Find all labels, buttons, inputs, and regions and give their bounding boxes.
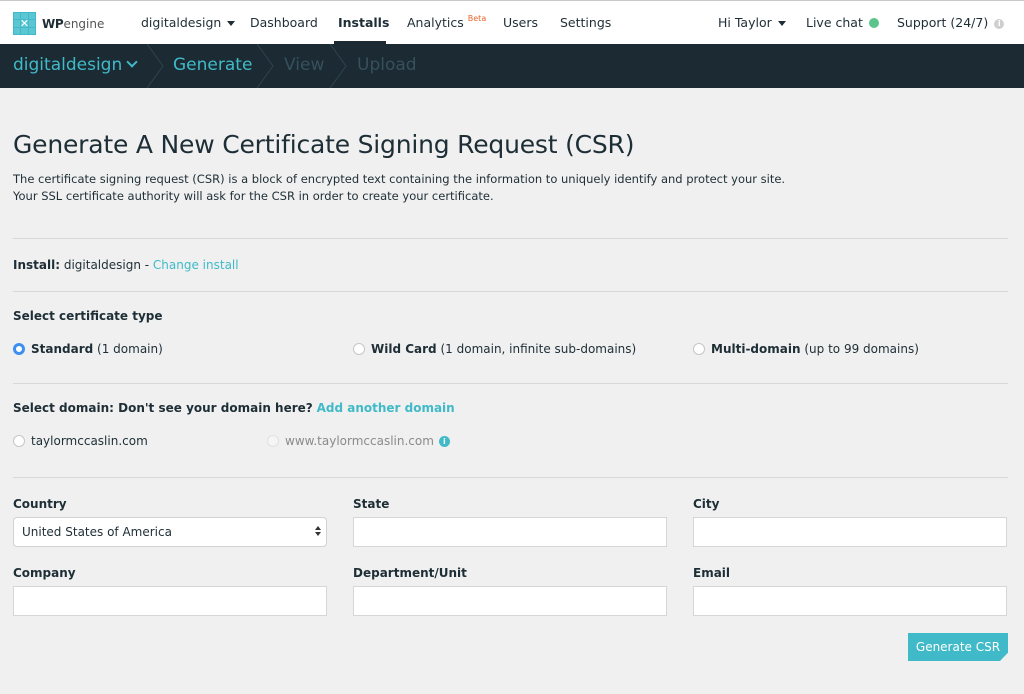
divider <box>13 238 1008 239</box>
generate-csr-button[interactable]: Generate CSR <box>908 633 1008 661</box>
support-label: Support (24/7) <box>897 15 989 30</box>
description-line-2: Your SSL certificate authority will ask … <box>13 189 494 203</box>
country-selected-value: United States of America <box>22 525 172 539</box>
user-menu[interactable]: Hi Taylor <box>718 15 786 30</box>
support-link[interactable]: Support (24/7) i <box>897 15 1005 30</box>
nav-settings[interactable]: Settings <box>560 15 611 30</box>
radio-domain-www: www.taylormccaslin.com i <box>267 434 450 448</box>
option-detail: (1 domain) <box>97 342 163 356</box>
breadcrumb: digitaldesign Generate View Upload <box>0 44 1024 88</box>
breadcrumb-separator-icon <box>256 44 274 88</box>
logo-icon: ✕ <box>13 12 36 35</box>
department-label: Department/Unit <box>353 566 467 580</box>
city-input[interactable] <box>693 517 1007 547</box>
option-name: Standard <box>31 342 94 356</box>
logo-text-bold: WP <box>42 16 64 31</box>
divider <box>13 291 1008 292</box>
install-label: Install: <box>13 258 61 272</box>
city-label: City <box>693 497 720 511</box>
logo-text-rest: engine <box>63 16 105 31</box>
country-label: Country <box>13 497 67 511</box>
install-separator: - <box>140 258 153 272</box>
domain-heading: Select domain: Don't see your domain her… <box>13 401 455 415</box>
option-name: Multi-domain <box>711 342 801 356</box>
beta-badge: Beta <box>467 14 487 23</box>
state-input[interactable] <box>353 517 667 547</box>
radio-standard[interactable]: Standard (1 domain) <box>13 342 163 356</box>
description-line-1: The certificate signing request (CSR) is… <box>13 172 786 186</box>
page-title: Generate A New Certificate Signing Reque… <box>13 130 635 159</box>
email-label: Email <box>693 566 731 580</box>
domain-heading-text: Select domain: Don't see your domain her… <box>13 401 313 415</box>
state-label: State <box>353 497 390 511</box>
online-status-icon <box>868 17 879 28</box>
cert-type-heading: Select certificate type <box>13 309 163 323</box>
account-name: digitaldesign <box>141 15 222 30</box>
breadcrumb-step-view: View <box>284 55 325 75</box>
breadcrumb-separator-icon <box>146 44 164 88</box>
change-install-link[interactable]: Change install <box>153 258 239 272</box>
breadcrumb-step-generate[interactable]: Generate <box>173 55 252 75</box>
company-input[interactable] <box>13 586 327 616</box>
add-domain-link[interactable]: Add another domain <box>317 401 455 415</box>
divider <box>13 477 1008 478</box>
info-icon: i <box>994 18 1005 29</box>
domain-label: www.taylormccaslin.com <box>285 434 434 448</box>
radio-unselected-icon[interactable] <box>13 435 25 447</box>
nav-analytics-label: Analytics <box>407 15 464 30</box>
breadcrumb-install[interactable]: digitaldesign <box>13 55 138 75</box>
live-chat-label: Live chat <box>806 15 863 30</box>
nav-installs[interactable]: Installs <box>338 15 389 30</box>
nav-analytics[interactable]: Analytics Beta <box>407 14 487 30</box>
user-greeting: Hi Taylor <box>718 15 772 30</box>
caret-down-icon <box>777 21 786 26</box>
radio-unselected-icon[interactable] <box>353 343 365 355</box>
radio-disabled-icon <box>267 435 279 447</box>
chevron-down-icon <box>126 56 138 68</box>
cert-type-heading-text: Select certificate type <box>13 309 163 323</box>
divider <box>13 383 1008 384</box>
install-value: digitaldesign <box>63 258 141 272</box>
radio-selected-icon[interactable] <box>13 343 25 355</box>
country-select[interactable]: United States of America <box>13 517 327 547</box>
install-row: Install: digitaldesign - Change install <box>13 258 239 272</box>
radio-wild-card[interactable]: Wild Card (1 domain, infinite sub-domain… <box>353 342 636 356</box>
nav-users[interactable]: Users <box>503 15 538 30</box>
domain-label: taylormccaslin.com <box>31 434 148 448</box>
option-detail: (up to 99 domains) <box>804 342 919 356</box>
radio-multi-domain[interactable]: Multi-domain (up to 99 domains) <box>693 342 919 356</box>
department-input[interactable] <box>353 586 667 616</box>
radio-domain-apex[interactable]: taylormccaslin.com <box>13 434 148 448</box>
page-description: The certificate signing request (CSR) is… <box>13 171 913 205</box>
breadcrumb-step-upload: Upload <box>357 55 417 75</box>
breadcrumb-install-label: digitaldesign <box>13 55 123 75</box>
breadcrumb-separator-icon <box>329 44 347 88</box>
nav-dashboard[interactable]: Dashboard <box>250 15 318 30</box>
info-icon[interactable]: i <box>438 435 450 447</box>
radio-unselected-icon[interactable] <box>693 343 705 355</box>
top-navigation: ✕ WPengine digitaldesign Dashboard Insta… <box>0 0 1024 45</box>
caret-down-icon <box>227 21 236 26</box>
option-detail: (1 domain, infinite sub-domains) <box>440 342 637 356</box>
wpengine-logo[interactable]: ✕ WPengine <box>13 12 104 35</box>
live-chat-link[interactable]: Live chat <box>806 15 879 30</box>
email-input[interactable] <box>693 586 1007 616</box>
option-name: Wild Card <box>371 342 437 356</box>
select-arrows-icon <box>315 526 321 538</box>
company-label: Company <box>13 566 76 580</box>
account-switcher[interactable]: digitaldesign <box>141 15 236 30</box>
